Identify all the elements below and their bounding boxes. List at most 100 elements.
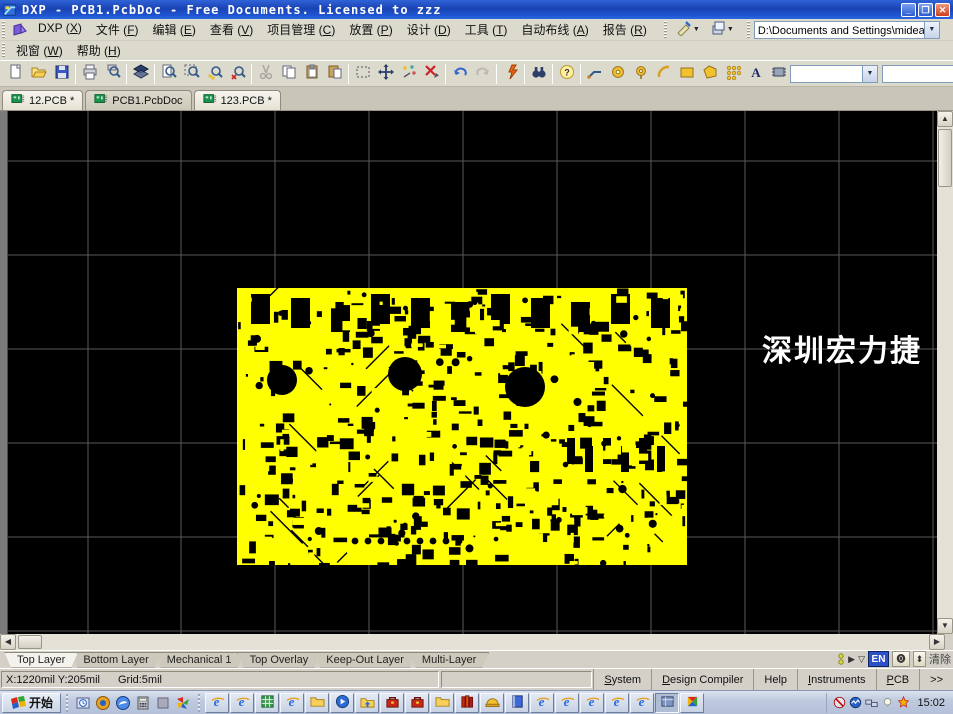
task-button-9-folder[interactable] xyxy=(430,693,454,713)
select-area-button[interactable] xyxy=(351,63,374,85)
langbar-play-icon[interactable]: ▶ xyxy=(848,654,855,665)
doc-tab-12-pcb-[interactable]: 12.PCB * xyxy=(2,90,83,110)
task-button-1-ie[interactable]: e xyxy=(230,693,254,713)
place-pad-button[interactable] xyxy=(606,63,629,85)
whats-this-help-button[interactable]: ? xyxy=(555,63,578,85)
close-button[interactable]: ✕ xyxy=(935,3,950,17)
task-button-16-ie[interactable]: e xyxy=(605,693,629,713)
print-preview-button[interactable] xyxy=(101,63,124,85)
quicklaunch-internet-explorer-icon[interactable] xyxy=(153,693,173,713)
board-3d-button[interactable] xyxy=(129,63,152,85)
menu-item-project[interactable]: 项目管理 (C) xyxy=(260,19,342,40)
quicklaunch-pinwheel-icon[interactable] xyxy=(173,693,193,713)
layer-tab-bottom-layer[interactable]: Bottom Layer xyxy=(70,652,161,668)
task-button-10-books-red[interactable] xyxy=(455,693,479,713)
panel-button-pcb[interactable]: PCB xyxy=(876,669,920,690)
panel-button-system[interactable]: System xyxy=(593,669,651,690)
redo-button[interactable] xyxy=(471,63,494,85)
minimize-button[interactable]: _ xyxy=(901,3,916,17)
undo-button[interactable] xyxy=(448,63,471,85)
quicklaunch-calculator-icon[interactable] xyxy=(133,693,153,713)
deselect-all-button[interactable] xyxy=(397,63,420,85)
dropdown-arrow-icon[interactable]: ▼ xyxy=(727,26,734,33)
place-array-button[interactable] xyxy=(721,63,744,85)
find-similar-button[interactable] xyxy=(527,63,550,85)
menu-item-dxp[interactable]: DXP (X) xyxy=(31,19,89,40)
menu-item-view[interactable]: 查看 (V) xyxy=(203,19,260,40)
zoom-area-button[interactable] xyxy=(180,63,203,85)
zoom-selected-button[interactable] xyxy=(203,63,226,85)
layer-tab-multi-layer[interactable]: Multi-Layer xyxy=(409,652,489,668)
footprint-combo-dropdown[interactable]: ▼ xyxy=(862,66,877,82)
copy-button[interactable] xyxy=(277,63,300,85)
tray-antivirus-red-icon[interactable] xyxy=(833,696,846,709)
language-indicator[interactable]: EN xyxy=(868,651,889,667)
task-button-18-wallet[interactable] xyxy=(655,693,679,713)
task-button-15-ie[interactable]: e xyxy=(580,693,604,713)
task-button-13-ie[interactable]: e xyxy=(530,693,554,713)
footprint-combo[interactable]: ▼ xyxy=(790,65,878,83)
menu-item-place[interactable]: 放置 (P) xyxy=(342,19,399,40)
path-grip[interactable] xyxy=(747,21,752,38)
menu-item-window[interactable]: 视窗 (W) xyxy=(9,40,70,61)
menu-item-reports[interactable]: 报告 (R) xyxy=(596,19,654,40)
vertical-scroll-thumb[interactable] xyxy=(938,129,952,187)
place-via-button[interactable] xyxy=(629,63,652,85)
cut-button[interactable] xyxy=(254,63,277,85)
quicklaunch-media-player-icon[interactable] xyxy=(93,693,113,713)
pcb-canvas[interactable]: 深圳宏力捷 xyxy=(8,111,937,634)
menu-item-file[interactable]: 文件 (F) xyxy=(89,19,146,40)
task-button-17-ie[interactable]: e xyxy=(630,693,654,713)
layer-tab-top-layer[interactable]: Top Layer xyxy=(4,652,78,668)
quicktools-grip[interactable] xyxy=(664,21,669,38)
paste-button[interactable] xyxy=(300,63,323,85)
language-help-button[interactable]: 🄌 xyxy=(892,651,910,667)
tray-bulb-white-icon[interactable] xyxy=(881,696,894,709)
task-button-7-tool-red[interactable] xyxy=(380,693,404,713)
quicklaunch-outlook-icon[interactable] xyxy=(73,693,93,713)
path-combo-dropdown[interactable]: ▼ xyxy=(924,22,939,38)
task-button-4-folder[interactable] xyxy=(305,693,329,713)
panel-button-help[interactable]: Help xyxy=(753,669,797,690)
doc-tab-123-pcb-[interactable]: 123.PCB * xyxy=(194,90,281,110)
scroll-left-button[interactable]: ◀ xyxy=(0,634,16,650)
measure-tool-button[interactable]: ▼ xyxy=(671,19,705,41)
scroll-down-button[interactable]: ▼ xyxy=(937,618,953,634)
task-button-12-notebook-blue[interactable] xyxy=(505,693,529,713)
clear-label[interactable]: 清除 xyxy=(929,651,951,667)
task-button-14-ie[interactable]: e xyxy=(555,693,579,713)
langbar-nabla-icon[interactable]: ▽ xyxy=(858,654,865,665)
save-document-button[interactable] xyxy=(50,63,73,85)
place-fill-button[interactable] xyxy=(675,63,698,85)
quicklaunch-messenger-icon[interactable] xyxy=(113,693,133,713)
filter-wand-button[interactable] xyxy=(499,63,522,85)
menu-item-edit[interactable]: 编辑 (E) xyxy=(146,19,203,40)
place-polygon-button[interactable] xyxy=(698,63,721,85)
open-document-button[interactable] xyxy=(27,63,50,85)
new-document-button[interactable] xyxy=(4,63,27,85)
vertical-scrollbar[interactable]: ▲ ▼ xyxy=(937,111,953,634)
menu-item-design[interactable]: 设计 (D) xyxy=(400,19,458,40)
panel-button-design-compiler[interactable]: Design Compiler xyxy=(651,669,753,690)
layer-tab-top-overlay[interactable]: Top Overlay xyxy=(237,652,322,668)
menu-item-tools[interactable]: 工具 (T) xyxy=(458,19,515,40)
panel-button-instruments[interactable]: Instruments xyxy=(797,669,875,690)
layer-tab-mechanical-1[interactable]: Mechanical 1 xyxy=(154,652,245,668)
restore-button[interactable]: ❐ xyxy=(918,3,933,17)
print-button[interactable] xyxy=(78,63,101,85)
menu-grip[interactable] xyxy=(2,21,7,38)
place-string-button[interactable]: A xyxy=(744,63,767,85)
horizontal-scroll-thumb[interactable] xyxy=(18,635,42,649)
task-button-11-hardhat[interactable] xyxy=(480,693,504,713)
zoom-document-button[interactable] xyxy=(157,63,180,85)
paste-special-button[interactable] xyxy=(323,63,346,85)
task-button-19-colors[interactable] xyxy=(680,693,704,713)
move-selection-button[interactable] xyxy=(374,63,397,85)
interactive-routing-button[interactable] xyxy=(583,63,606,85)
menu-item-autoroute[interactable]: 自动布线 (A) xyxy=(514,19,595,40)
panel-more-button[interactable]: >> xyxy=(919,669,953,690)
dropdown-arrow-icon[interactable]: ▼ xyxy=(693,26,700,33)
menu-item-help[interactable]: 帮助 (H) xyxy=(70,40,128,61)
place-arc-button[interactable] xyxy=(652,63,675,85)
task-button-6-folder-up[interactable] xyxy=(355,693,379,713)
